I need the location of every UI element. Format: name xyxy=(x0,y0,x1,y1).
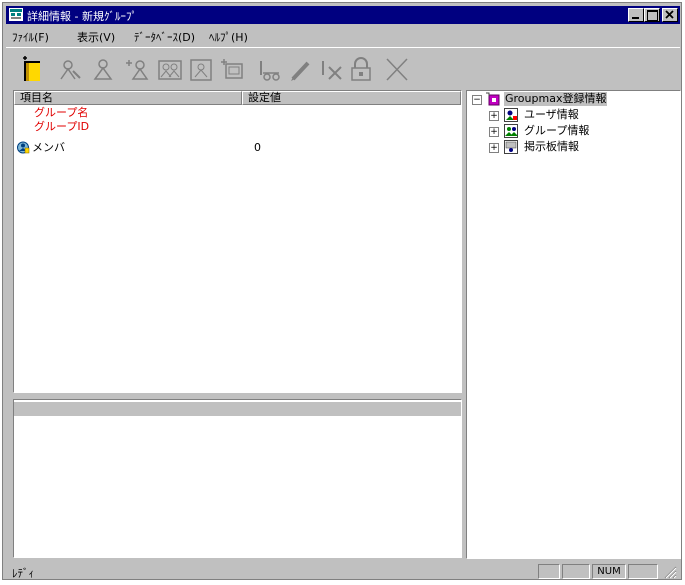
pencil-icon xyxy=(291,61,310,81)
title-bar[interactable]: 詳細情報 - 新規ｸﾞﾙｰﾌﾟ xyxy=(6,6,680,24)
status-bar: ﾚﾃﾞｨ NUM xyxy=(6,562,680,580)
group-edit-icon xyxy=(190,59,212,81)
groupmax-icon xyxy=(486,92,500,106)
member-add-icon xyxy=(126,60,149,80)
maximize-icon xyxy=(647,10,658,21)
user-add-button[interactable] xyxy=(89,55,119,84)
status-indicator-scroll xyxy=(628,564,658,579)
group-tool-icon xyxy=(158,60,182,80)
member-icon xyxy=(17,141,30,154)
delete-x-icon xyxy=(322,61,342,80)
expand-icon[interactable]: + xyxy=(489,111,499,121)
new-folder-icon xyxy=(23,56,40,81)
lock-button[interactable] xyxy=(346,55,376,84)
group-edit-button[interactable] xyxy=(186,55,216,84)
minimize-button[interactable] xyxy=(628,8,644,22)
app-icon[interactable] xyxy=(9,8,23,21)
status-indicator-kana xyxy=(562,564,590,579)
cut-tool-button[interactable] xyxy=(255,55,285,84)
group-tool-button[interactable] xyxy=(155,55,185,84)
lock-icon xyxy=(351,57,371,81)
list-item[interactable]: メンバ 0 xyxy=(14,141,454,155)
item-list-panel[interactable]: 項目名 設定値 グループ名 グループID メンバ 0 xyxy=(13,90,462,393)
item-name: グループID xyxy=(34,120,90,133)
user-info-icon xyxy=(504,108,518,122)
item-value: 0 xyxy=(254,141,261,154)
tree-panel[interactable]: − Groupmax登録情報 + ユーザ情報 + グループ情報 + 掲示板情報 xyxy=(466,90,681,559)
status-indicator-caps xyxy=(538,564,560,579)
board-add-icon xyxy=(221,59,243,79)
user-tool-button[interactable] xyxy=(56,55,86,84)
member-add-button[interactable] xyxy=(122,55,152,84)
menu-bar: ﾌｧｲﾙ(F) 表示(V) ﾃﾞｰﾀﾍﾞｰｽ(D) ﾍﾙﾌﾟ(H) xyxy=(6,26,680,44)
resize-grip-icon[interactable] xyxy=(663,565,677,579)
item-name: グループ名 xyxy=(34,106,89,119)
status-indicator-num: NUM xyxy=(592,564,626,579)
expand-icon[interactable]: + xyxy=(489,127,499,137)
tree-root[interactable]: Groupmax登録情報 xyxy=(504,92,608,106)
close-tool-button[interactable] xyxy=(382,55,412,84)
menu-file[interactable]: ﾌｧｲﾙ(F) xyxy=(12,29,49,45)
tree-item-group-info[interactable]: グループ情報 xyxy=(524,124,589,138)
toolbar xyxy=(6,47,680,88)
close-icon xyxy=(665,10,674,19)
detail-header xyxy=(14,402,461,416)
status-text: ﾚﾃﾞｨ xyxy=(12,567,34,580)
detail-panel xyxy=(13,399,462,558)
tree-item-user-info[interactable]: ユーザ情報 xyxy=(524,108,579,122)
group-info-icon xyxy=(504,124,518,138)
list-item[interactable]: グループ名 xyxy=(14,106,454,120)
window-title: 詳細情報 - 新規ｸﾞﾙｰﾌﾟ xyxy=(27,10,137,23)
new-item-button[interactable] xyxy=(18,55,48,84)
collapse-icon[interactable]: − xyxy=(472,95,482,105)
large-x-icon xyxy=(386,58,408,81)
tree-item-bulletin-info[interactable]: 掲示板情報 xyxy=(524,140,579,154)
maximize-button[interactable] xyxy=(644,8,660,22)
delete-tool-button[interactable] xyxy=(317,55,347,84)
expand-icon[interactable]: + xyxy=(489,143,499,153)
item-name: メンバ xyxy=(32,141,65,154)
menu-help[interactable]: ﾍﾙﾌﾟ(H) xyxy=(209,29,248,45)
user-add-icon xyxy=(93,59,113,80)
user-tool-icon xyxy=(60,60,81,80)
bulletin-info-icon xyxy=(504,140,518,154)
close-button[interactable] xyxy=(662,8,678,22)
edit-tool-button[interactable] xyxy=(286,55,316,84)
menu-view[interactable]: 表示(V) xyxy=(77,29,115,45)
menu-database[interactable]: ﾃﾞｰﾀﾍﾞｰｽ(D) xyxy=(134,29,195,45)
list-item[interactable]: グループID xyxy=(14,120,454,134)
board-add-button[interactable] xyxy=(217,55,247,84)
cut-tool-icon xyxy=(260,61,280,81)
main-window: 詳細情報 - 新規ｸﾞﾙｰﾌﾟ ﾌｧｲﾙ(F) 表示(V) ﾃﾞｰﾀﾍﾞｰｽ(D… xyxy=(2,2,682,580)
column-header-value[interactable]: 設定値 xyxy=(242,91,461,105)
column-header-name[interactable]: 項目名 xyxy=(14,91,242,105)
minimize-icon xyxy=(632,17,639,19)
